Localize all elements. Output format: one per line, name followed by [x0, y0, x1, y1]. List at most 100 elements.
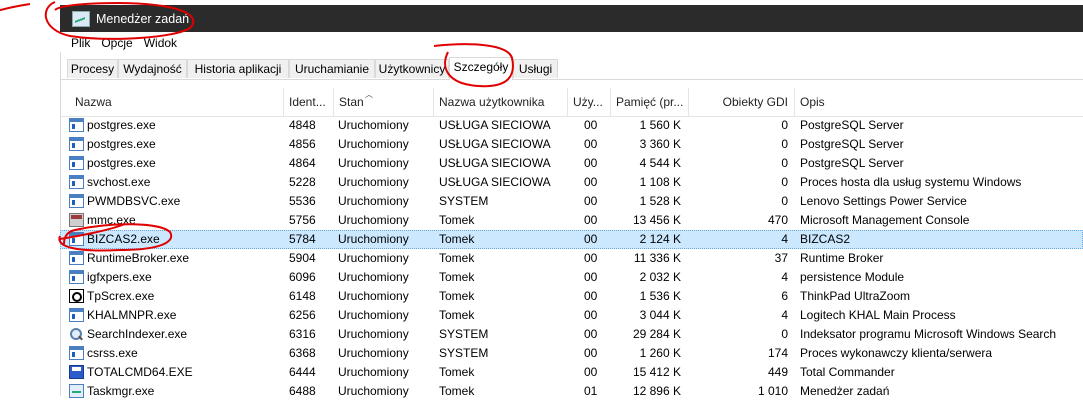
- tab-szczegoly[interactable]: Szczegóły: [449, 57, 513, 80]
- column-header-name[interactable]: Nazwa: [70, 88, 283, 116]
- cell-user: USŁUGA SIECIOWA: [439, 175, 551, 189]
- column-header-row: Nazwa Ident... ︿ Stan Nazwa użytkownika …: [60, 88, 1083, 117]
- cell-cpu: 00: [584, 251, 598, 265]
- table-row[interactable]: KHALMNPR.exe 6256 Uruchomiony Tomek 00 3 044 …: [60, 306, 1083, 325]
- tab-procesy[interactable]: Procesy: [67, 59, 118, 78]
- cell-name: postgres.exe: [87, 118, 156, 132]
- cell-mem: 29 284 K: [632, 327, 681, 341]
- cell-user: SYSTEM: [439, 194, 489, 208]
- cell-user: Tomek: [439, 384, 475, 398]
- cell-cpu: 00: [584, 327, 598, 341]
- table-row[interactable]: TOTALCMD64.EXE 6444 Uruchomiony Tomek 00 15 4…: [60, 363, 1083, 382]
- cell-gdi: 4: [781, 270, 788, 284]
- table-row[interactable]: postgres.exe 4856 Uruchomiony USŁUGA SIECIO…: [60, 135, 1083, 154]
- column-header-pid[interactable]: Ident...: [283, 88, 331, 116]
- menu-plik[interactable]: Plik: [71, 36, 90, 50]
- cell-status: Uruchomiony: [338, 175, 409, 189]
- table-row[interactable]: postgres.exe 4848 Uruchomiony USŁUGA SIECIO…: [60, 116, 1083, 135]
- cell-gdi: 1 010: [757, 384, 788, 398]
- tab-uruchamianie[interactable]: Uruchamianie: [289, 59, 375, 78]
- cell-status: Uruchomiony: [338, 327, 409, 341]
- column-header-memory[interactable]: Pamięć (pr...: [610, 88, 688, 116]
- cell-status: Uruchomiony: [338, 137, 409, 151]
- column-header-gdi[interactable]: Obiekty GDI: [688, 88, 794, 116]
- cell-name: SearchIndexer.exe: [87, 327, 188, 341]
- cell-user: Tomek: [439, 232, 475, 246]
- cell-gdi: 0: [781, 327, 788, 341]
- cell-cpu: 00: [584, 270, 598, 284]
- table-row[interactable]: postgres.exe 4864 Uruchomiony USŁUGA SIECIO…: [60, 154, 1083, 173]
- cell-name: KHALMNPR.exe: [87, 308, 177, 322]
- cell-desc: Microsoft Management Console: [800, 213, 970, 227]
- column-header-status[interactable]: Stan: [333, 88, 433, 116]
- column-header-user[interactable]: Nazwa użytkownika: [433, 88, 567, 116]
- cell-mem: 15 412 K: [632, 365, 681, 379]
- cell-name: csrss.exe: [87, 346, 138, 360]
- process-list: postgres.exe 4848 Uruchomiony USŁUGA SIECIO…: [60, 116, 1083, 401]
- cell-user: Tomek: [439, 251, 475, 265]
- table-row[interactable]: PWMDBSVC.exe 5536 Uruchomiony SYSTEM 00 1 528…: [60, 192, 1083, 211]
- cell-pid: 6148: [289, 289, 316, 303]
- column-header-description[interactable]: Opis: [794, 88, 1083, 116]
- table-row[interactable]: Taskmgr.exe 6488 Uruchomiony Tomek 01 12 896 …: [60, 382, 1083, 401]
- exe-icon: [69, 137, 84, 151]
- cell-desc: ThinkPad UltraZoom: [800, 289, 911, 303]
- cell-desc: Proces hosta dla usług systemu Windows: [800, 175, 1022, 189]
- cell-user: USŁUGA SIECIOWA: [439, 156, 551, 170]
- column-header-cpu[interactable]: Uży...: [567, 88, 610, 116]
- table-row[interactable]: TpScrex.exe 6148 Uruchomiony Tomek 00 1 536 K…: [60, 287, 1083, 306]
- cell-status: Uruchomiony: [338, 251, 409, 265]
- cell-gdi: 37: [774, 251, 788, 265]
- cell-mem: 13 456 K: [632, 213, 681, 227]
- mmc-icon: [69, 213, 84, 227]
- cell-desc: PostgreSQL Server: [800, 137, 904, 151]
- cell-pid: 5784: [289, 232, 316, 246]
- exe-icon: [69, 194, 84, 208]
- cell-cpu: 00: [584, 137, 598, 151]
- cell-user: Tomek: [439, 365, 475, 379]
- cell-cpu: 00: [584, 365, 598, 379]
- cell-status: Uruchomiony: [338, 194, 409, 208]
- cell-status: Uruchomiony: [338, 308, 409, 322]
- tab-uzytkownicy[interactable]: Użytkownicy: [375, 59, 449, 78]
- menu-bar: Plik Opcje Widok: [60, 34, 1083, 52]
- cell-pid: 6096: [289, 270, 316, 284]
- cell-user: Tomek: [439, 270, 475, 284]
- cell-cpu: 00: [584, 175, 598, 189]
- cell-pid: 4864: [289, 156, 316, 170]
- cell-gdi: 4: [781, 308, 788, 322]
- cell-gdi: 174: [767, 346, 788, 360]
- cell-name: svchost.exe: [87, 175, 151, 189]
- table-row[interactable]: RuntimeBroker.exe 5904 Uruchomiony Tomek 00 1…: [60, 249, 1083, 268]
- cell-desc: Indeksator programu Microsoft Windows Se…: [800, 327, 1057, 341]
- cell-name: postgres.exe: [87, 156, 156, 170]
- table-row[interactable]: SearchIndexer.exe 6316 Uruchomiony SYSTEM 00…: [60, 325, 1083, 344]
- table-row-selected[interactable]: BIZCAS2.exe 5784 Uruchomiony Tomek 00 2 124 K…: [60, 230, 1083, 249]
- cell-desc: Lenovo Settings Power Service: [800, 194, 967, 208]
- window-title: Menedżer zadań: [96, 11, 190, 26]
- tab-historia-aplikacji[interactable]: Historia aplikacji: [187, 59, 289, 78]
- cell-desc: BIZCAS2: [800, 232, 851, 246]
- cell-mem: 2 032 K: [639, 270, 681, 284]
- cell-status: Uruchomiony: [338, 346, 409, 360]
- tab-wydajnosc[interactable]: Wydajność: [118, 59, 187, 78]
- menu-opcje[interactable]: Opcje: [101, 36, 132, 50]
- table-row[interactable]: mmc.exe 5756 Uruchomiony Tomek 00 13 456 K 470…: [60, 211, 1083, 230]
- exe-icon: [69, 346, 84, 360]
- cell-pid: 5228: [289, 175, 316, 189]
- cell-mem: 1 260 K: [639, 346, 681, 360]
- cell-mem: 3 360 K: [639, 137, 681, 151]
- cell-name: RuntimeBroker.exe: [87, 251, 190, 265]
- cell-desc: Proces wykonawczy klienta/serwera: [800, 346, 993, 360]
- table-row[interactable]: csrss.exe 6368 Uruchomiony SYSTEM 00 1 260 K 1…: [60, 344, 1083, 363]
- table-row[interactable]: svchost.exe 5228 Uruchomiony USŁUGA SIECIOW…: [60, 173, 1083, 192]
- table-row[interactable]: igfxpers.exe 6096 Uruchomiony Tomek 00 2 032 …: [60, 268, 1083, 287]
- tab-uslugi[interactable]: Usługi: [513, 59, 558, 78]
- cell-pid: 6488: [289, 384, 316, 398]
- menu-widok[interactable]: Widok: [144, 36, 177, 50]
- cell-name: igfxpers.exe: [87, 270, 152, 284]
- cell-pid: 6368: [289, 346, 316, 360]
- cell-cpu: 01: [584, 384, 598, 398]
- cell-user: USŁUGA SIECIOWA: [439, 137, 551, 151]
- cell-desc: PostgreSQL Server: [800, 156, 904, 170]
